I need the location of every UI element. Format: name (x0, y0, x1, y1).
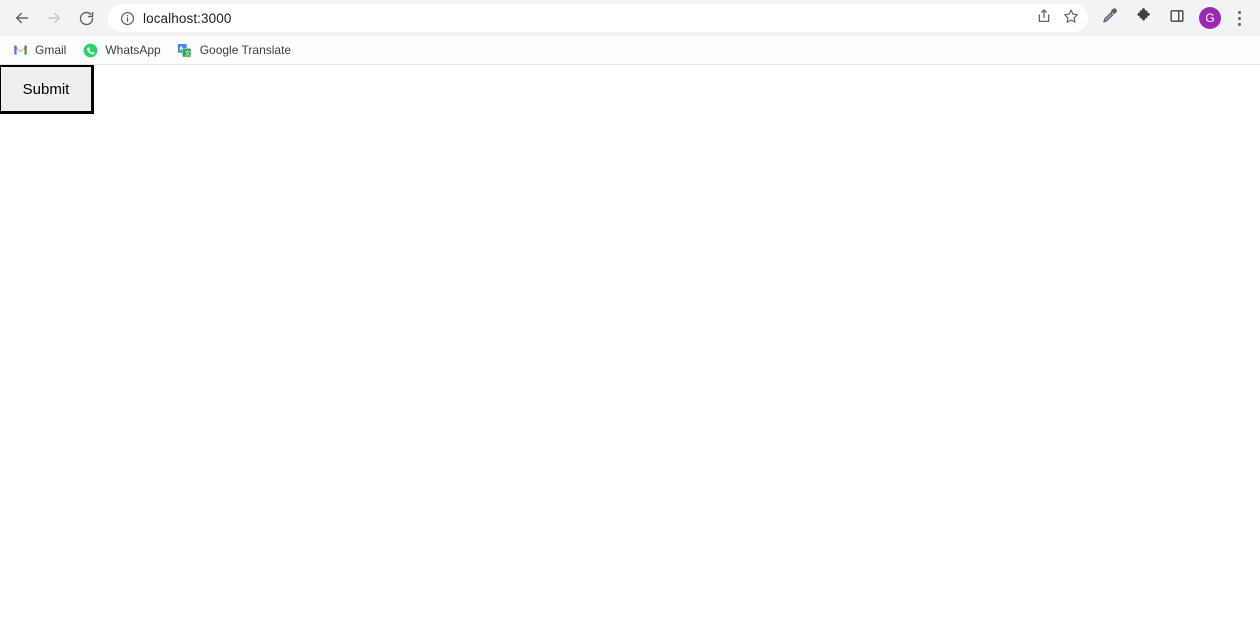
extensions-button[interactable] (1129, 4, 1157, 32)
forward-button[interactable] (40, 4, 68, 32)
back-button[interactable] (8, 4, 36, 32)
submit-button[interactable]: Submit (0, 65, 94, 114)
bookmark-whatsapp[interactable]: WhatsApp (78, 39, 168, 61)
gmail-icon (12, 42, 28, 58)
browser-toolbar: localhost:3000 G (0, 0, 1260, 36)
bookmarks-bar: Gmail WhatsApp A 文 Google Translate (0, 36, 1260, 65)
side-panel-button[interactable] (1163, 4, 1191, 32)
eyedropper-icon (1101, 7, 1118, 29)
reload-icon (78, 10, 95, 27)
eyedropper-button[interactable] (1095, 4, 1123, 32)
share-button[interactable] (1031, 5, 1057, 31)
url-text[interactable]: localhost:3000 (143, 11, 1030, 26)
menu-dot (1237, 22, 1241, 26)
address-bar[interactable]: localhost:3000 (108, 4, 1088, 32)
menu-dot (1237, 16, 1241, 20)
side-panel-icon (1169, 8, 1185, 29)
extensions-icon (1135, 7, 1152, 29)
reload-button[interactable] (72, 4, 100, 32)
chrome-menu-button[interactable] (1228, 5, 1250, 31)
forward-arrow-icon (45, 9, 63, 27)
bookmark-label: Google Translate (199, 43, 292, 57)
google-translate-icon: A 文 (177, 42, 193, 58)
star-icon (1063, 8, 1079, 29)
bookmark-label: WhatsApp (105, 43, 161, 57)
profile-avatar[interactable]: G (1199, 7, 1221, 29)
menu-dot (1237, 10, 1241, 14)
bookmark-google-translate[interactable]: A 文 Google Translate (173, 39, 299, 61)
back-arrow-icon (13, 9, 31, 27)
bookmark-button[interactable] (1058, 5, 1084, 31)
site-info-icon[interactable] (118, 9, 136, 27)
bookmark-label: Gmail (35, 43, 67, 57)
browser-window: localhost:3000 G Gmail WhatsApp A 文 Goog… (0, 0, 1260, 637)
whatsapp-icon (82, 42, 98, 58)
share-icon (1036, 8, 1052, 29)
bookmark-gmail[interactable]: Gmail (8, 39, 74, 61)
page-viewport: Submit (0, 65, 1260, 637)
